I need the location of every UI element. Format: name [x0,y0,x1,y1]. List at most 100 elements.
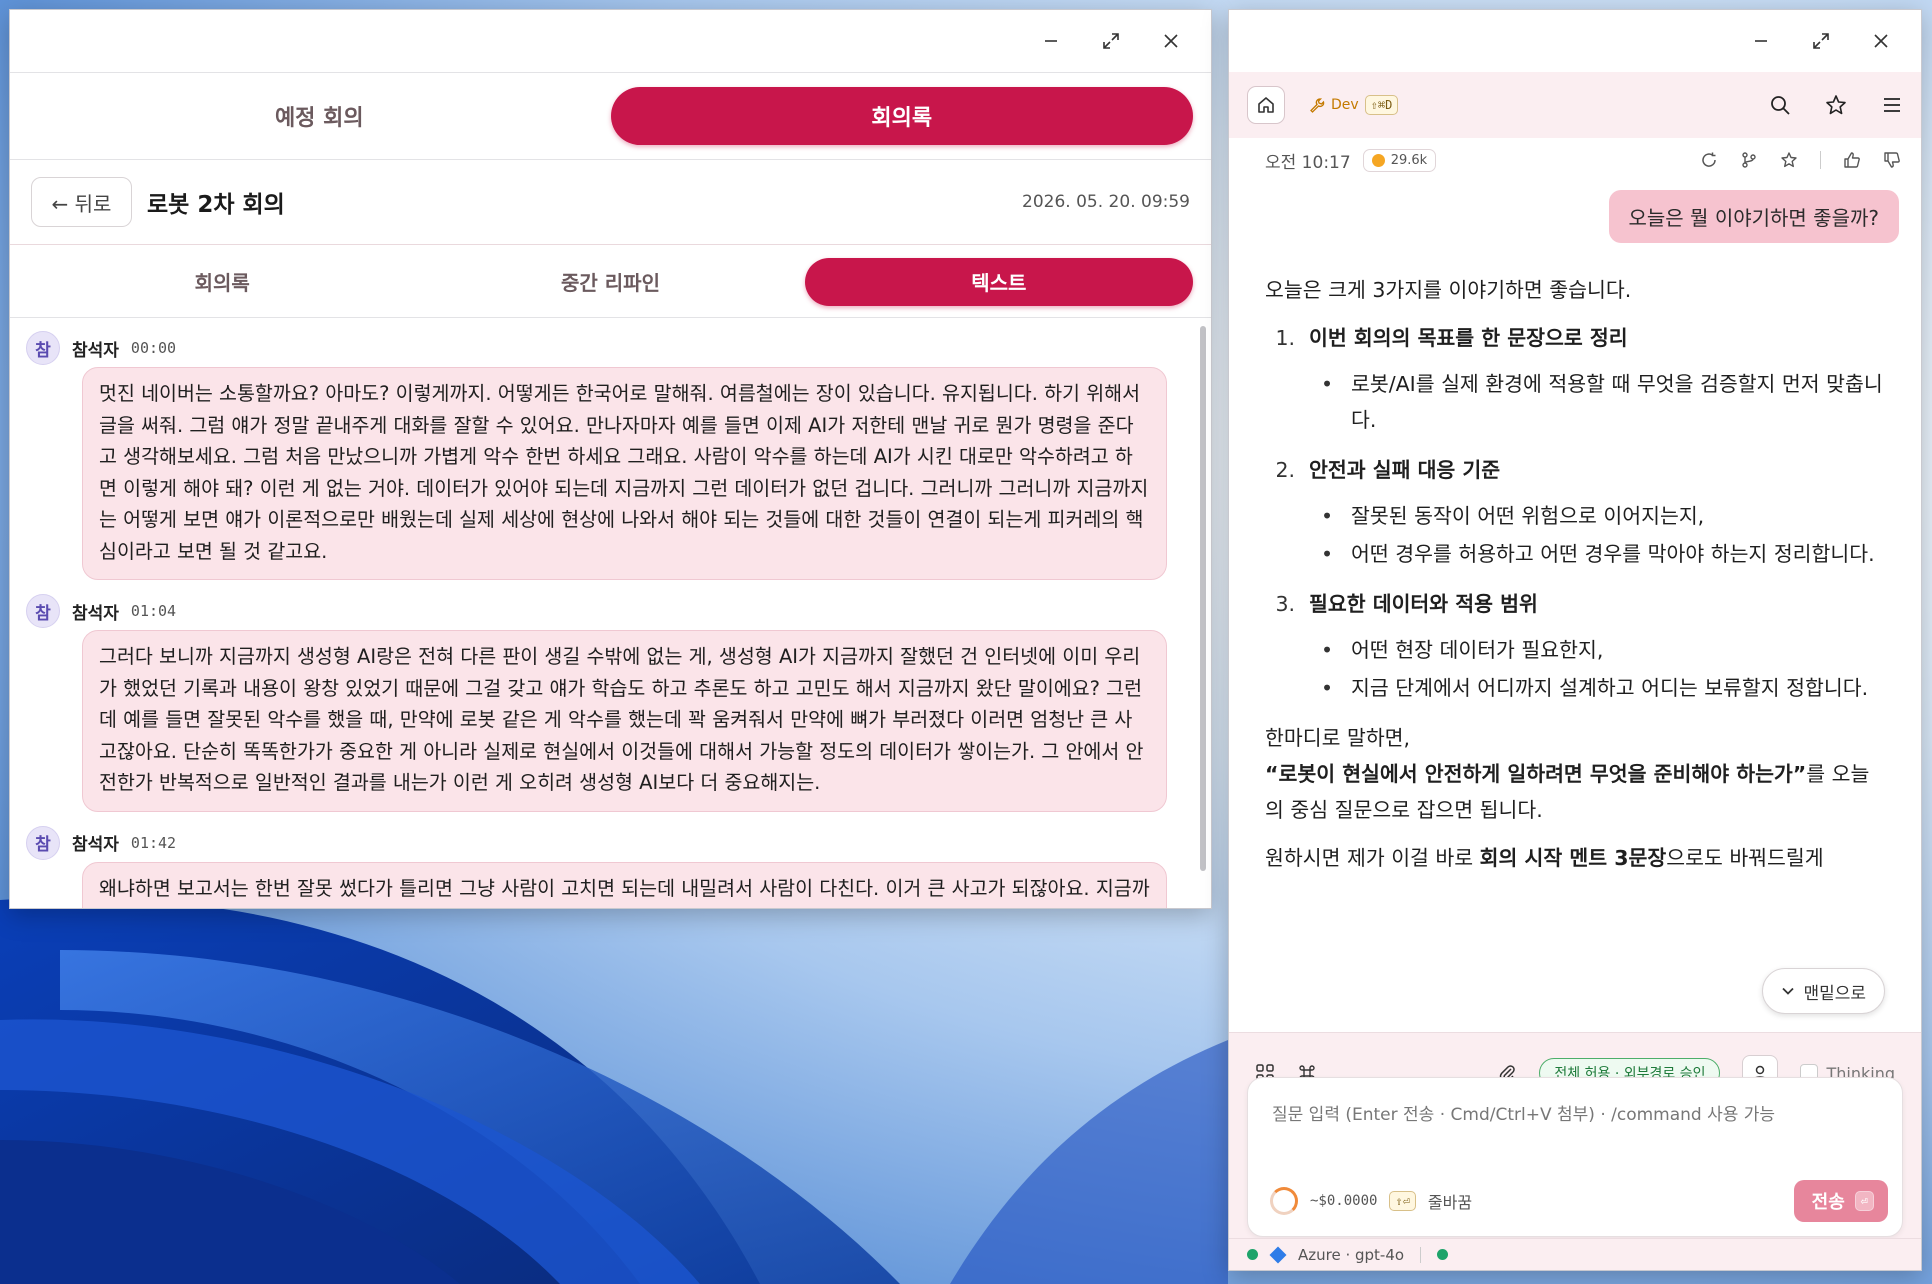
close-icon [1874,34,1888,48]
divider [1820,151,1821,169]
list-item: 3. 필요한 데이터와 적용 범위 [1271,586,1885,622]
message-meta: 오전 10:17 29.6k [1265,140,1901,180]
close-icon [1164,34,1178,48]
avatar: 참 [26,331,60,365]
bullet-item: 지금 단계에서 어디까지 설계하고 어디는 보류할지 정합니다. [1315,670,1885,706]
favorite-star-icon[interactable] [1780,151,1798,169]
expand-icon [1103,33,1119,49]
bullet-item: 잘못된 동작이 어떤 위험으로 이어지는지, [1315,498,1885,534]
list-item: 1. 이번 회의의 목표를 한 문장으로 정리 [1271,320,1885,356]
transcript-entry: 참 참석자 01:42 왜냐하면 보고서는 한번 잘못 썼다가 틀리면 그냥 사… [26,825,1167,908]
close-button[interactable] [1855,21,1907,61]
send-shortcut: ⏎ [1854,1191,1874,1211]
transcript-entry: 참 참석자 00:00 멋진 네이버는 소통할까요? 아마도? 이렇게까지. 어… [26,331,1167,580]
titlebar [1229,10,1921,72]
input-footer: ~$0.0000 ⇧⏎ 줄바꿈 전송 ⏎ [1270,1180,1888,1222]
wrench-icon [1310,98,1325,113]
bullet-item: 로봇/AI를 실제 환경에 적용할 때 무엇을 검증할지 먼저 맞춥니다. [1315,366,1885,438]
speaker-name: 참석자 [72,835,119,855]
tab-scheduled-meetings[interactable]: 예정 회의 [28,87,611,145]
item-title: 이번 회의의 목표를 한 문장으로 정리 [1309,326,1628,350]
minimize-button[interactable] [1735,21,1787,61]
home-button[interactable] [1247,86,1285,124]
meeting-title: 로봇 2차 회의 [147,192,285,218]
transcript-list: 참 참석자 00:00 멋진 네이버는 소통할까요? 아마도? 이렇게까지. 어… [10,319,1197,908]
input-placeholder: 질문 입력 (Enter 전송 · Cmd/Ctrl+V 첨부) · /comm… [1272,1105,1776,1125]
followup-bold: 회의 시작 멘트 3문장 [1479,846,1667,870]
item-number: 3. [1275,592,1295,616]
connection-status-icon [1247,1249,1258,1260]
dev-label: Dev [1331,97,1359,113]
thumbs-down-icon[interactable] [1883,151,1901,169]
dev-button[interactable]: Dev ⇧⌘D [1309,95,1399,115]
meeting-date: 2026. 05. 20. 09:59 [1022,192,1190,212]
followup-tail: 으로도 바꿔드릴게 [1666,846,1824,870]
message-input[interactable]: 질문 입력 (Enter 전송 · Cmd/Ctrl+V 첨부) · /comm… [1247,1077,1903,1237]
transcript-scrollbar[interactable] [1199,322,1207,900]
back-button[interactable]: ← 뒤로 [31,177,132,227]
tab-meeting-minutes[interactable]: 회의록 [610,87,1193,145]
scrollbar-thumb[interactable] [1200,326,1206,871]
followup-text: 원하시면 제가 이걸 바로 [1265,846,1480,870]
avatar: 참 [26,825,60,860]
newline-label: 줄바꿈 [1427,1193,1473,1212]
scroll-to-bottom-button[interactable]: 맨밑으로 [1762,968,1885,1014]
maximize-button[interactable] [1085,21,1137,61]
chevron-down-icon [1782,987,1795,995]
send-label: 전송 [1811,1192,1845,1213]
speaker-name: 참석자 [72,340,119,361]
item-number: 1. [1275,326,1295,350]
refresh-icon[interactable] [1700,151,1718,169]
list-item: 2. 안전과 실패 대응 기준 [1271,452,1885,488]
summary-bold: “로봇이 현실에서 안전하게 일하려면 무엇을 준비해야 하는가” [1265,762,1807,786]
transcript-entry: 참 참석자 01:04 그러다 보니까 지금까지 생성형 AI랑은 전혀 다른 … [26,594,1167,812]
assistant-toolbar: Dev ⇧⌘D [1229,72,1921,138]
token-badge: 29.6k [1362,148,1437,172]
user-message: 오늘은 뭘 이야기하면 좋을까? [1608,190,1899,243]
bullet-item: 어떤 경우를 허용하고 어떤 경우를 막아야 하는지 정리합니다. [1315,536,1885,572]
coin-icon [1371,153,1385,167]
close-button[interactable] [1145,21,1197,61]
timestamp: 01:42 [130,833,177,852]
meeting-window: 예정 회의 회의록 ← 뒤로 로봇 2차 회의 2026. 05. 20. 09… [9,9,1212,909]
item-title: 필요한 데이터와 적용 범위 [1309,592,1538,616]
minimize-button[interactable] [1025,21,1077,61]
token-count: 29.6k [1390,152,1428,168]
status-dot-icon [1437,1249,1449,1260]
search-icon[interactable] [1769,94,1791,116]
star-icon[interactable] [1825,94,1847,116]
thumbs-up-icon[interactable] [1843,151,1861,169]
bullet-item: 어떤 현장 데이터가 필요한지, [1315,632,1885,668]
tab-interim-refine[interactable]: 중간 리파인 [416,258,804,306]
minimize-icon [1755,40,1767,42]
tab-minutes[interactable]: 회의록 [28,258,416,306]
timestamp: 01:04 [130,602,177,620]
dev-shortcut: ⇧⌘D [1364,95,1399,115]
message-time: 오전 10:17 [1265,152,1351,173]
cost-label: ~$0.0000 [1310,1193,1378,1209]
newline-shortcut: ⇧⏎ [1389,1191,1416,1211]
menu-icon[interactable] [1881,94,1903,116]
home-icon [1258,97,1274,113]
avatar: 참 [26,594,60,628]
tab-text[interactable]: 텍스트 [804,257,1193,306]
context-usage-ring [1270,1187,1298,1215]
answer-followup: 원하시면 제가 이걸 바로 회의 시작 멘트 3문장으로도 바꿔드릴게 [1265,840,1885,876]
transcript-text: 멋진 네이버는 소통할까요? 아마도? 이렇게까지. 어떻게든 한국어로 말해줘… [82,367,1167,580]
titlebar [10,10,1211,72]
main-tabs: 예정 회의 회의록 [10,72,1211,160]
status-bar: Azure · gpt-4o [1229,1238,1921,1270]
answer-intro: 오늘은 크게 3가지를 이야기하면 좋습니다. [1265,278,1632,302]
azure-icon [1269,1246,1287,1263]
answer-summary: 한마디로 말하면, “로봇이 현실에서 안전하게 일하려면 무엇을 준비해야 하… [1265,720,1885,828]
sub-tabs: 회의록 중간 리파인 텍스트 [10,246,1211,318]
meeting-header: ← 뒤로 로봇 2차 회의 2026. 05. 20. 09:59 [10,160,1211,245]
jump-label: 맨밑으로 [1803,983,1866,1004]
maximize-button[interactable] [1795,21,1847,61]
summary-lead: 한마디로 말하면, [1265,726,1411,750]
expand-icon [1813,33,1829,49]
branch-icon[interactable] [1740,151,1758,169]
minimize-icon [1045,40,1057,42]
assistant-window: Dev ⇧⌘D 오전 10:17 29.6k 오늘은 뭘 이야기하면 좋을까? … [1228,9,1922,1271]
send-button[interactable]: 전송 ⏎ [1793,1180,1888,1222]
